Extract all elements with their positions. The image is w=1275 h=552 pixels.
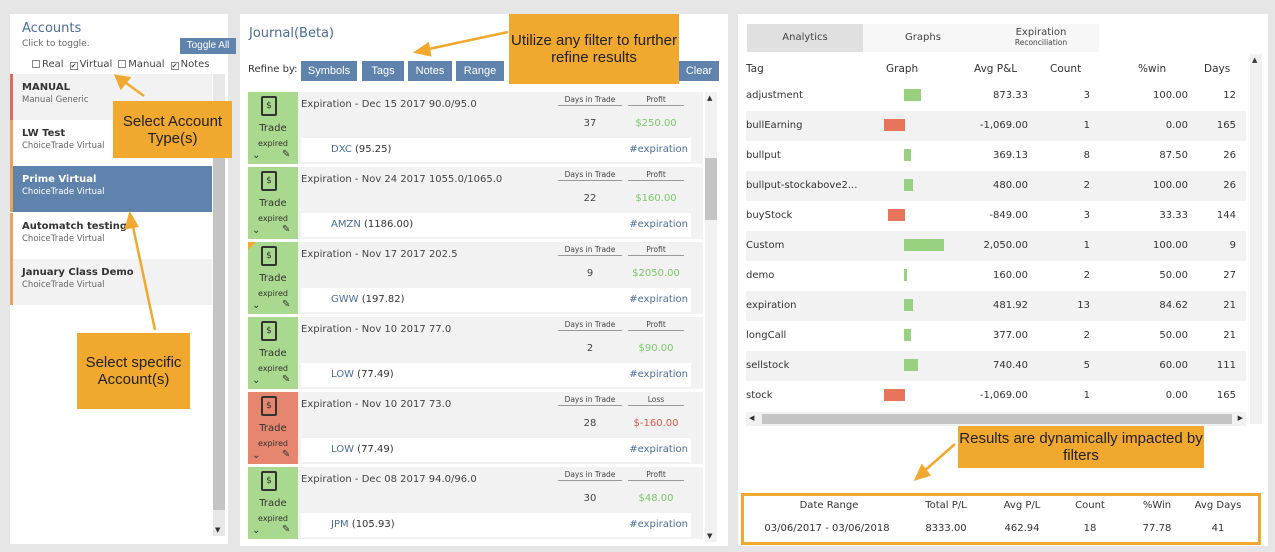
callout-account: Select specific Account(s): [77, 333, 190, 409]
callout-account-type: Select Account Type(s): [113, 101, 232, 158]
callout-results: Results are dynamically impacted by filt…: [958, 426, 1204, 468]
callout-filter: Utilize any filter to further refine res…: [509, 14, 679, 84]
